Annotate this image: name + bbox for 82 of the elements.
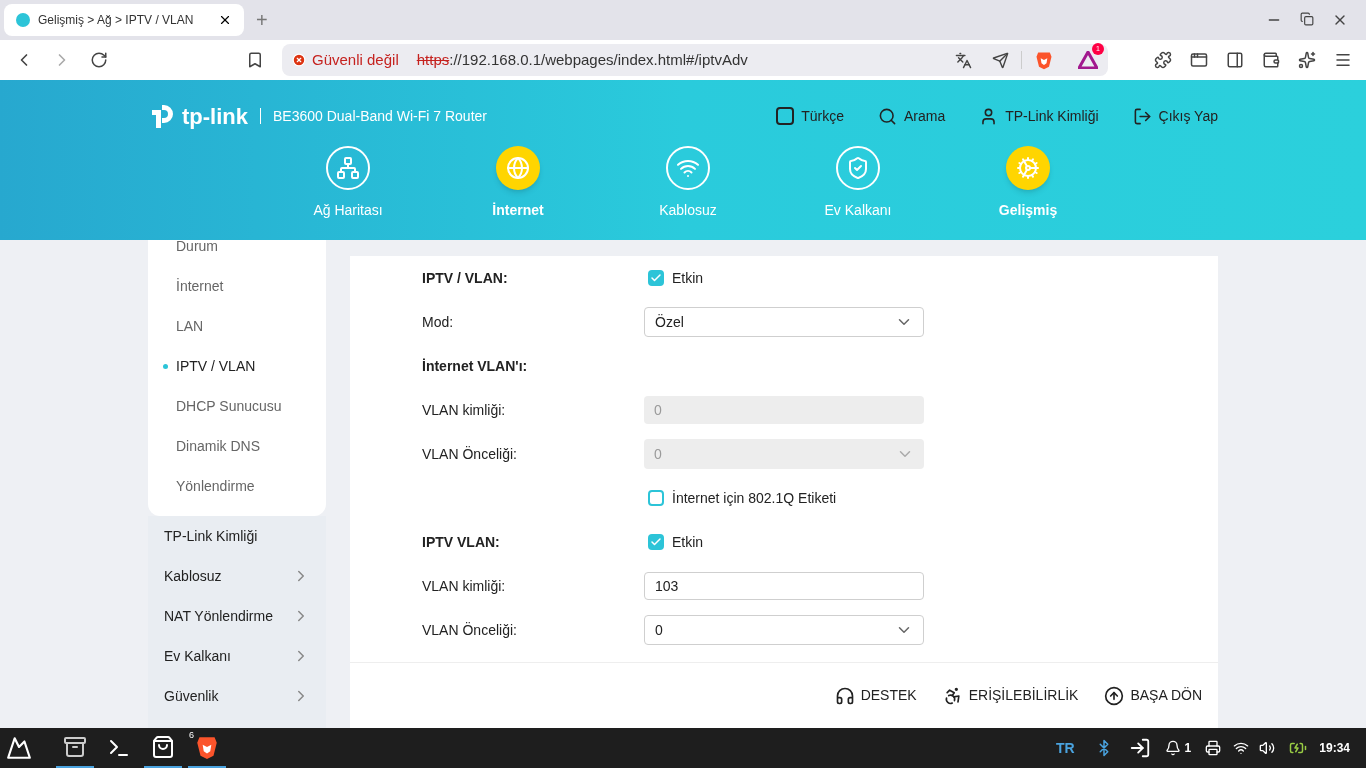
field-label: VLAN Önceliği: <box>422 620 518 640</box>
sparkle-icon[interactable] <box>1298 51 1316 69</box>
header-link[interactable]: Türkçe <box>776 105 844 127</box>
submenu-item[interactable]: Durum <box>148 240 326 266</box>
sidebar-item[interactable]: NAT Yönlendirme <box>148 596 326 636</box>
dropdown[interactable]: 0 <box>644 615 924 645</box>
bookmark-icon[interactable] <box>246 51 264 69</box>
dropdown[interactable]: Özel <box>644 307 924 337</box>
wallet-icon[interactable] <box>1262 51 1280 69</box>
header-link[interactable]: TP-Link Kimliği <box>979 105 1099 127</box>
field-label: IPTV / VLAN: <box>422 268 509 288</box>
notification-count: 1 <box>1184 740 1192 757</box>
header-link[interactable]: Arama <box>878 105 946 127</box>
bag-icon <box>151 735 175 759</box>
launcher-icon[interactable] <box>6 735 32 761</box>
checkbox-label: İnternet için 802.1Q Etiketi <box>672 488 837 508</box>
translate-icon[interactable] <box>955 51 972 69</box>
keyboard-layout[interactable]: TR <box>1055 737 1075 759</box>
clock[interactable]: 19:34 <box>1319 739 1350 757</box>
submenu-item[interactable]: LAN <box>148 306 326 346</box>
sidebar-item[interactable]: Kablosuz <box>148 556 326 596</box>
submenu-item[interactable]: İnternet <box>148 266 326 306</box>
checkbox[interactable] <box>648 270 664 286</box>
submenu-item[interactable]: Yönlendirme <box>148 466 326 506</box>
footer-link[interactable]: BAŞA DÖN <box>1104 685 1202 706</box>
checkbox-label: Etkin <box>672 268 704 288</box>
send-icon[interactable] <box>992 51 1009 69</box>
headset-icon <box>834 685 855 706</box>
submenu-item[interactable]: DHCP Sunucusu <box>148 386 326 426</box>
triangle-icon[interactable] <box>1078 51 1098 69</box>
footer-link[interactable]: DESTEK <box>834 685 917 706</box>
submenu-item[interactable]: Dinamik DNS <box>148 426 326 466</box>
network-icon <box>336 156 360 180</box>
header-link[interactable]: Çıkış Yap <box>1132 105 1218 127</box>
new-tab-button[interactable]: + <box>256 5 268 35</box>
printer-icon[interactable] <box>1205 740 1222 756</box>
sidebar-item[interactable]: Ev Kalkanı <box>148 636 326 676</box>
input-field[interactable]: 103 <box>644 572 924 600</box>
cabinet-icon <box>63 735 87 759</box>
close-icon[interactable] <box>218 13 232 27</box>
window-count: 6 <box>189 729 194 742</box>
browser-tab[interactable]: Gelişmiş > Ağ > IPTV / VLAN <box>4 4 244 36</box>
warning-icon <box>292 53 306 67</box>
lion-icon <box>194 734 220 760</box>
security-label: Güvenli değil <box>312 49 399 70</box>
tab-favicon-icon <box>16 13 30 27</box>
gear-icon <box>1016 156 1040 180</box>
check-icon <box>650 536 662 548</box>
footer-link[interactable]: ERİŞİLEBİLİRLİK <box>942 685 1079 706</box>
menu-icon[interactable] <box>1334 51 1352 69</box>
lion-icon <box>1034 50 1054 70</box>
router-model: BE3600 Dual-Band Wi-Fi 7 Router <box>273 106 487 126</box>
volume-icon[interactable] <box>1259 740 1276 756</box>
url-text: https://192.168.0.1/webpages/index.html#/iptvAdv <box>416 49 748 70</box>
shield-icon <box>846 156 870 180</box>
sidebar-icon[interactable] <box>1226 51 1244 69</box>
field-label: VLAN Önceliği: <box>422 444 518 464</box>
reload-icon[interactable] <box>90 51 108 69</box>
logout-icon <box>1132 106 1152 126</box>
bell-icon[interactable] <box>1164 740 1181 756</box>
sidebar-item[interactable]: TP-Link Kimliği <box>148 516 326 556</box>
checkbox[interactable] <box>648 490 664 506</box>
window-icon[interactable] <box>1190 51 1208 69</box>
puzzle-icon[interactable] <box>1154 51 1172 69</box>
accessibility-icon <box>942 685 963 706</box>
checkbox[interactable] <box>648 534 664 550</box>
field-label: IPTV VLAN: <box>422 532 501 552</box>
session-icon[interactable] <box>1128 737 1151 759</box>
sidebar-item[interactable]: Güvenlik <box>148 676 326 716</box>
search-icon <box>878 106 897 126</box>
check-icon <box>650 272 662 284</box>
checkbox-label: Etkin <box>672 532 704 552</box>
taskbar-app[interactable]: 6 <box>188 728 226 768</box>
field-label: VLAN kimliği: <box>422 576 507 596</box>
submenu-item[interactable]: IPTV / VLAN <box>148 346 326 386</box>
restore-icon[interactable] <box>1300 12 1314 26</box>
field-label: Mod: <box>422 312 455 332</box>
globe-icon <box>506 156 530 180</box>
brand-logo: tp-link <box>148 99 248 133</box>
field-label: VLAN kimliği: <box>422 400 507 420</box>
field-label: İnternet VLAN'ı: <box>422 356 529 376</box>
wifi-icon[interactable] <box>1233 740 1250 756</box>
